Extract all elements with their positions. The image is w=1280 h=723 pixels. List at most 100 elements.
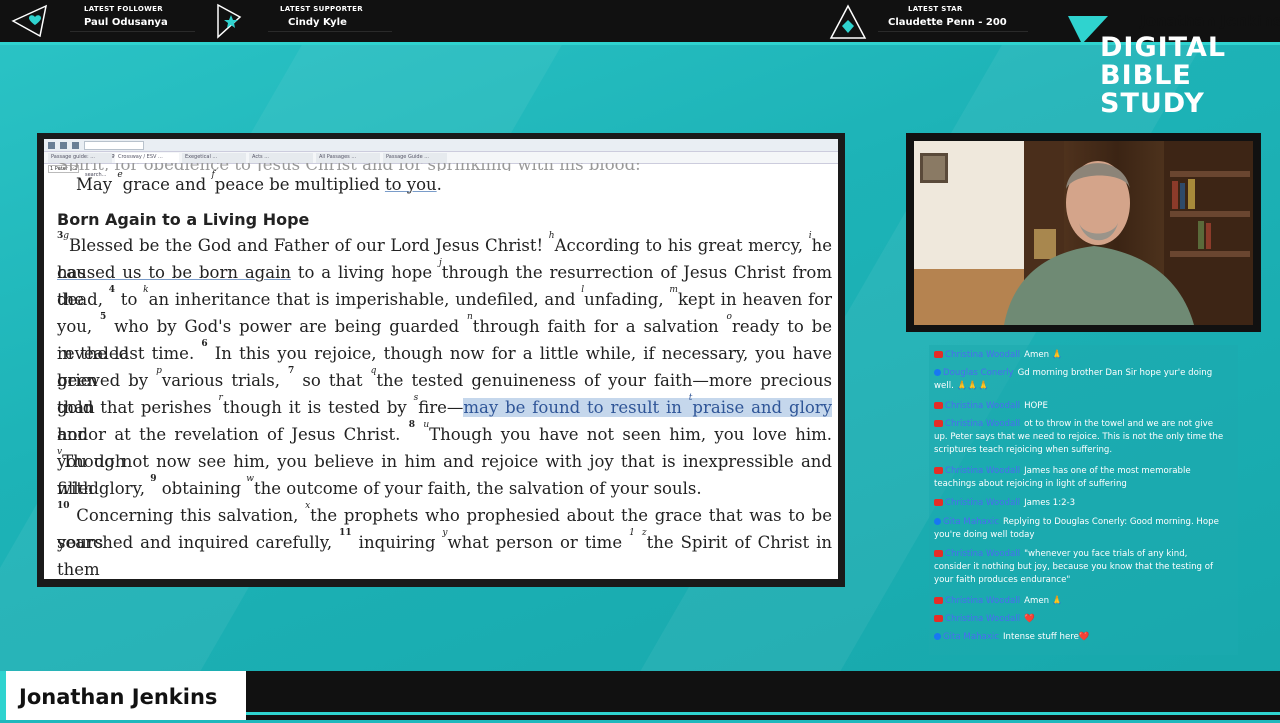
verse-line: with glory, 9 obtaining wthe outcome of … (57, 475, 832, 502)
facebook-icon (934, 369, 941, 376)
webcam-video (914, 141, 1253, 325)
verse-line: searched and inquired carefully, 11 inqu… (57, 528, 832, 580)
linked-word[interactable]: to you (385, 175, 437, 194)
verse-line: grieved by pvarious trials, 7 so that qt… (57, 367, 832, 418)
text: dead, (57, 290, 109, 309)
section-heading: Born Again to a Living Hope (57, 210, 310, 229)
chat-message: Christina Woodall ❤️ (934, 613, 1226, 626)
panel-tab[interactable]: All Passages ... (316, 153, 380, 163)
youtube-icon (934, 420, 943, 427)
text: searched and inquired carefully, (57, 533, 340, 552)
text: to (115, 290, 144, 309)
logo-line: STUDY (1100, 88, 1205, 119)
panel-tab[interactable]: Acts ... (249, 153, 313, 163)
text: so that (294, 371, 371, 390)
bible-window-content: Find passages or search... Passage guide… (44, 139, 838, 579)
facebook-icon (934, 518, 941, 525)
verse-line: you do not now see him, you believe in h… (57, 448, 832, 498)
chat-text: Intense stuff here❤️ (1003, 632, 1090, 642)
chat-username: Gita Mahaxic (943, 632, 1000, 642)
chat-username: Christina Woodall (945, 498, 1021, 508)
chat-username: Christina Woodall (945, 614, 1021, 624)
verse-line: honor at the revelation of Jesus Christ.… (57, 421, 832, 472)
verse-number: 11 (339, 528, 352, 538)
text: through faith for a salvation (472, 317, 727, 336)
alert-value: Paul Odusanya (84, 17, 168, 28)
text: what person or time (447, 533, 630, 552)
panel-tab[interactable]: Passage guide: ... (48, 153, 112, 163)
highlighted-selection[interactable]: may be found to result in tpraise and gl… (463, 394, 832, 417)
bible-software-window: Find passages or search... Passage guide… (37, 133, 845, 587)
text: with glory, (57, 479, 151, 498)
text: Blessed be the God and Father of our Lor… (69, 236, 549, 255)
star-icon (217, 3, 242, 39)
alert-value: Claudette Penn - 200 (888, 17, 1007, 28)
chat-text: Amen 🙏 (1024, 596, 1063, 606)
chat-message: Gita Mahaxic Replying to Douglas Conerly:… (934, 516, 1226, 542)
chat-username: Christina Woodall (945, 596, 1021, 606)
youtube-icon (934, 550, 943, 557)
text: kept in heaven for (677, 290, 833, 309)
text: According to his great mercy, (554, 236, 809, 255)
heart-icon (11, 4, 48, 38)
text: Concerning this salvation, (69, 506, 306, 525)
alert-label: LATEST SUPPORTER (280, 5, 363, 13)
diamond-icon (829, 4, 867, 39)
chat-message: Christina Woodall "whenever you face tria… (934, 548, 1226, 587)
facebook-icon (934, 633, 941, 640)
app-toolbar: Find passages or search... (44, 139, 838, 178)
text: who by God's power are being guarded (106, 317, 467, 336)
footnote-marker[interactable]: 1 (629, 528, 635, 538)
latest-star-alert: LATEST STAR Claudette Penn - 200 (828, 0, 1028, 42)
text: the outcome of your faith, the salvation… (254, 479, 702, 498)
chat-username: Gita Mahaxic (943, 517, 1000, 527)
text (635, 533, 642, 552)
youtube-icon (934, 597, 943, 604)
panel-tab[interactable]: Exegetical ... (182, 153, 246, 163)
presenter-nameplate: Jonathan Jenkins (0, 671, 246, 720)
verse-line: you, 5 who by God's power are being guar… (57, 313, 832, 364)
chat-text: Amen 🙏 (1024, 350, 1063, 360)
alert-underline (878, 31, 1028, 32)
footnote-marker[interactable]: m (669, 285, 678, 295)
search-input[interactable]: Find passages or search... (84, 140, 144, 178)
text: Though you have not seen him, you love h… (429, 425, 832, 444)
text: various trials, (161, 371, 289, 390)
library-icon[interactable] (60, 141, 67, 149)
alert-label: LATEST STAR (908, 5, 963, 13)
text: . (436, 175, 442, 194)
chat-message: Christina Woodall James has one of the mo… (934, 465, 1226, 491)
verse-line: gold that perishes rthough it is tested … (57, 394, 832, 444)
alert-label: LATEST FOLLOWER (84, 5, 163, 13)
logo-line: DIGITAL (1100, 32, 1227, 63)
text: you, (57, 317, 101, 336)
linked-phrase[interactable]: caused us to be born again (57, 263, 291, 282)
panel-tab[interactable]: Passage Guide ... (383, 153, 447, 163)
chat-text: James 1:2-3 (1024, 498, 1076, 508)
chat-message: Christina Woodall ot to throw in the towe… (934, 418, 1226, 457)
brand-name: Jonathan Jenkins (1140, 12, 1280, 30)
text: inquiring (351, 533, 443, 552)
chat-message: Christina Woodall James 1:2-3 (934, 497, 1226, 510)
chat-username: Christina Woodall (945, 549, 1021, 559)
chat-username: Christina Woodall (945, 401, 1021, 411)
home-icon[interactable] (48, 141, 55, 149)
chat-username: Christina Woodall (945, 419, 1021, 429)
text: may be found to result in (463, 398, 689, 417)
panel-tab-active[interactable]: Crossway / ESV ... (115, 153, 179, 163)
chat-text: ❤️ (1024, 614, 1035, 624)
verse-line: caused us to be born again to a living h… (57, 259, 832, 310)
docs-icon[interactable] (72, 141, 79, 149)
logo-line: BIBLE (1100, 60, 1192, 91)
chat-message: Christina Woodall Amen 🙏 (934, 349, 1226, 362)
footnote-marker[interactable]: w (246, 474, 254, 484)
text: peace be multiplied (214, 175, 385, 194)
text: praise and glory (692, 398, 832, 417)
youtube-icon (934, 351, 943, 358)
chat-username: Christina Woodall (945, 466, 1021, 476)
chat-text: HOPE (1024, 401, 1048, 411)
verse-line: in the last time. 6 In this you rejoice,… (57, 340, 832, 391)
youtube-icon (934, 402, 943, 409)
text: grace and (122, 175, 212, 194)
text: fire— (418, 398, 464, 417)
